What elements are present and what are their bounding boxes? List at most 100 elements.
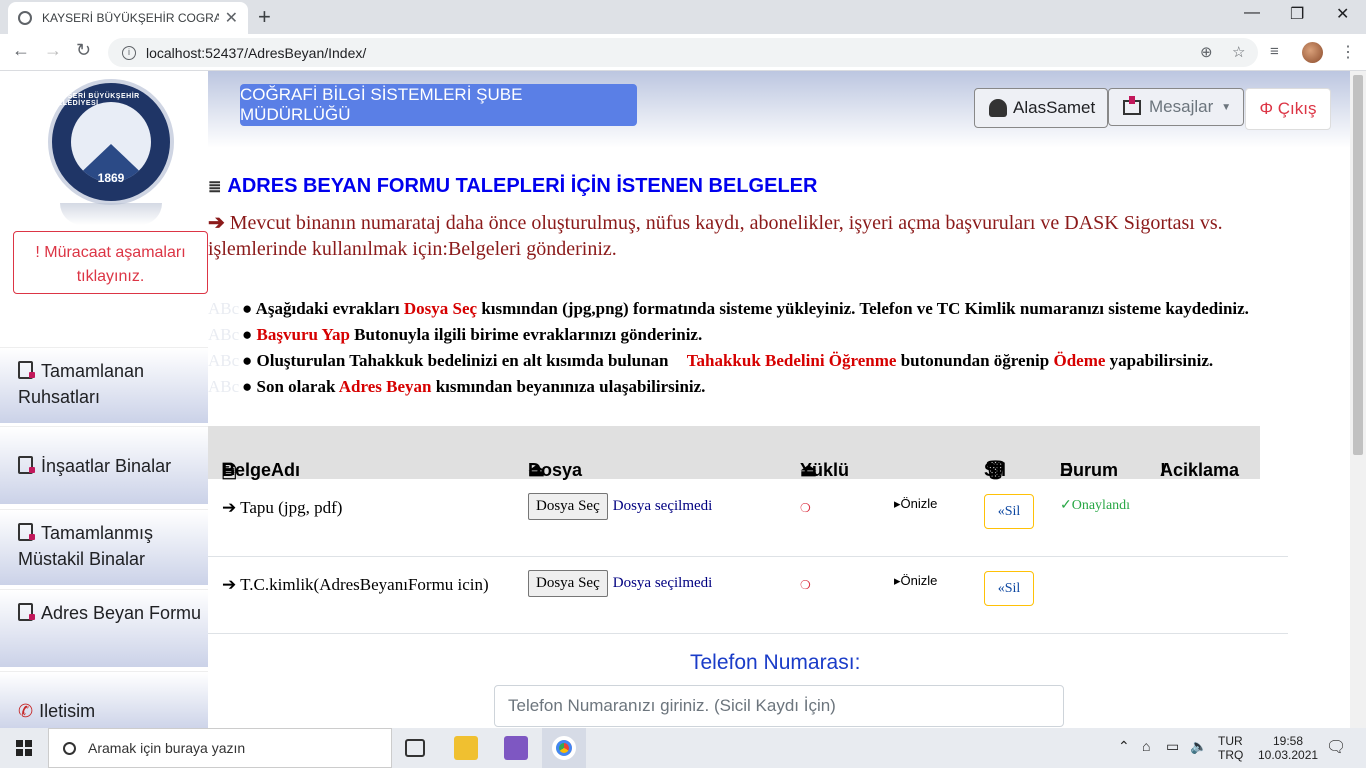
- zoom-icon[interactable]: ⊕: [1200, 43, 1213, 61]
- battery-icon[interactable]: ▭: [1166, 738, 1179, 755]
- lang-top: TUR: [1218, 734, 1243, 748]
- preview-label: Önizle: [900, 496, 938, 511]
- logo-reflection: [60, 203, 162, 225]
- preview-link[interactable]: ▸Önizle: [894, 496, 937, 512]
- instruction-item: ABc ● Başvuru Yap Butonuyla ilgili birime…: [208, 322, 1249, 348]
- messages-label: Mesajlar: [1149, 97, 1214, 116]
- notification-icon[interactable]: 🗨: [1326, 737, 1346, 757]
- language-indicator[interactable]: TUR TRQ: [1218, 734, 1243, 762]
- instruction-text: kısmından beyanınıza ulaşabilirsiniz.: [431, 377, 706, 396]
- address-bar[interactable]: i localhost:52437/AdresBeyan/Index/ ⊕ ☆: [108, 38, 1258, 67]
- browser-menu-icon[interactable]: ⋮: [1340, 42, 1356, 62]
- logo-year: 1869: [97, 171, 125, 185]
- municipality-logo: KAYSERİ BÜYÜKŞEHİR BELEDİYESİ 1869: [48, 79, 174, 205]
- lang-bottom: TRQ: [1218, 748, 1244, 762]
- minimize-button[interactable]: —: [1244, 4, 1260, 22]
- back-button[interactable]: ←: [12, 40, 30, 61]
- col-label: BelgeAdı: [222, 460, 301, 480]
- instruction-text: ● Aşağıdaki evrakları: [242, 299, 404, 318]
- delete-button[interactable]: «Sil: [984, 494, 1034, 529]
- search-placeholder: Aramak için buraya yazın: [88, 740, 246, 756]
- clock[interactable]: 19:58 10.03.2021: [1258, 734, 1318, 762]
- tab-title: KAYSERİ BÜYÜKŞEHİR COGRAFİ B: [42, 11, 219, 25]
- file-input[interactable]: Dosya Seç Dosya seçilmedi: [528, 493, 712, 520]
- task-view-icon[interactable]: [405, 739, 425, 757]
- instruction-text: kısmından (jpg,png) formatında sisteme y…: [477, 299, 1249, 318]
- col-label: Durum: [1060, 460, 1118, 480]
- list-icon: ≣: [208, 179, 222, 196]
- instruction-highlight: Tahakkuk Bedelini Öğrenme: [686, 351, 897, 370]
- search-icon: [63, 741, 76, 755]
- site-info-icon[interactable]: i: [122, 45, 136, 60]
- windows-taskbar: Aramak için buraya yazın ⌃ ⌂ ▭ 🔈 TUR TRQ …: [0, 728, 1366, 768]
- profile-avatar[interactable]: [1302, 42, 1323, 63]
- user-button[interactable]: AlasSamet: [974, 88, 1108, 128]
- network-icon[interactable]: ⌂: [1142, 738, 1150, 754]
- table-header: 🗎 BelgeAdı ⏏ Dosya ⏏ Yüklü 🗑 Sil Ξ Durum ! Aci…: [208, 426, 1260, 482]
- col-label: Sil: [984, 460, 1007, 480]
- preview-label: Önizle: [900, 573, 938, 588]
- close-tab-icon[interactable]: ✕: [225, 8, 238, 28]
- instruction-text: yapabilirsiniz.: [1105, 351, 1214, 370]
- taskbar-search[interactable]: Aramak için buraya yazın: [48, 728, 392, 768]
- visual-studio-icon[interactable]: [504, 736, 528, 760]
- logo-ring-text: KAYSERİ BÜYÜKŞEHİR BELEDİYESİ: [52, 93, 140, 107]
- url-text: localhost:52437/AdresBeyan/Index/: [146, 44, 367, 61]
- maximize-button[interactable]: ❐: [1290, 4, 1304, 24]
- choose-file-button[interactable]: Dosya Seç: [528, 493, 608, 520]
- phone-input[interactable]: Telefon Numaranızı giriniz. (Sicil Kaydı…: [494, 685, 1064, 727]
- steps-alert-button[interactable]: ! Müracaat aşamaları tıklayınız.: [13, 231, 208, 294]
- department-title-button[interactable]: COĞRAFİ BİLGİ SİSTEMLERİ ŞUBE MÜDÜRLÜĞÜ: [240, 84, 637, 126]
- user-icon: [989, 99, 1007, 117]
- logout-button[interactable]: Φ Çıkış: [1245, 88, 1331, 130]
- browser-tab[interactable]: KAYSERİ BÜYÜKŞEHİR COGRAFİ B ✕: [8, 2, 248, 34]
- abc-icon: ABc: [208, 299, 240, 318]
- delete-button[interactable]: «Sil: [984, 571, 1034, 606]
- reload-button[interactable]: ↻: [76, 40, 91, 61]
- sidebar-item-completed-buildings[interactable]: Tamamlanmış Müstakil Binalar: [0, 509, 208, 585]
- page-header: COĞRAFİ BİLGİ SİSTEMLERİ ŞUBE MÜDÜRLÜĞÜ …: [208, 71, 1350, 148]
- sidebar-item-label: Iletisim: [39, 701, 96, 721]
- chrome-icon: [552, 736, 576, 760]
- document-icon: [18, 603, 35, 621]
- sidebar-item-address-form[interactable]: Adres Beyan Formu: [0, 589, 208, 667]
- chevron-down-icon: ▼: [1221, 101, 1232, 113]
- sidebar-item-label: Adres Beyan Formu: [41, 603, 202, 623]
- tray-chevron-icon[interactable]: ⌃: [1118, 738, 1130, 755]
- new-tab-button[interactable]: +: [258, 4, 271, 30]
- sidebar-item-constructions[interactable]: İnşaatlar Binalar: [0, 426, 208, 504]
- messages-dropdown[interactable]: Mesajlar ▼: [1108, 88, 1244, 126]
- browser-toolbar: ← → ↻ i localhost:52437/AdresBeyan/Index…: [0, 34, 1366, 71]
- bookmark-star-icon[interactable]: ☆: [1232, 43, 1245, 61]
- col-label: Yüklü: [800, 460, 850, 480]
- instruction-highlight: Adres Beyan: [338, 377, 432, 396]
- abc-icon: ABc: [208, 351, 240, 370]
- instruction-text: butonundan öğrenip: [896, 351, 1054, 370]
- reading-list-icon[interactable]: ≡: [1270, 43, 1279, 60]
- file-input[interactable]: Dosya Seç Dosya seçilmedi: [528, 570, 712, 597]
- choose-file-button[interactable]: Dosya Seç: [528, 570, 608, 597]
- document-icon: [18, 523, 35, 541]
- main-content: COĞRAFİ BİLGİ SİSTEMLERİ ŞUBE MÜDÜRLÜĞÜ …: [208, 71, 1350, 728]
- sidebar-item-label: Tamamlanmış Müstakil Binalar: [18, 523, 154, 569]
- instruction-highlight: Başvuru Yap: [256, 325, 350, 344]
- preview-link[interactable]: ▸Önizle: [894, 573, 937, 589]
- inbox-icon: [1123, 95, 1141, 115]
- windows-start-icon[interactable]: [16, 740, 32, 756]
- sidebar-item-contact[interactable]: ✆ Iletisim: [0, 671, 208, 728]
- forward-button[interactable]: →: [44, 40, 62, 61]
- table-row: ➔ Tapu (jpg, pdf) Dosya Seç Dosya seçilme…: [208, 480, 1288, 557]
- sidebar-item-label: Tamamlanan Ruhsatları: [18, 361, 145, 407]
- file-explorer-icon[interactable]: [454, 736, 478, 760]
- close-window-button[interactable]: ✕: [1336, 4, 1349, 24]
- table-row: ➔ T.C.kimlik(AdresBeyanıFormu icin) Dosy…: [208, 557, 1288, 634]
- instruction-highlight: Dosya Seç: [403, 299, 478, 318]
- page-scrollbar[interactable]: [1350, 71, 1366, 728]
- heading-text: ADRES BEYAN FORMU TALEPLERİ İÇİN İSTENEN…: [227, 175, 818, 197]
- instructions-list: ABc ● Aşağıdaki evrakları Dosya Seç kısmı…: [208, 296, 1249, 400]
- sidebar-item-completed-licenses[interactable]: Tamamlanan Ruhsatları: [0, 347, 208, 423]
- instruction-text: ●: [242, 325, 257, 344]
- volume-icon[interactable]: 🔈: [1190, 738, 1207, 755]
- scrollbar-thumb[interactable]: [1353, 75, 1363, 455]
- intro-text: ➔ Mevcut binanın numarataj daha önce olu…: [208, 210, 1308, 262]
